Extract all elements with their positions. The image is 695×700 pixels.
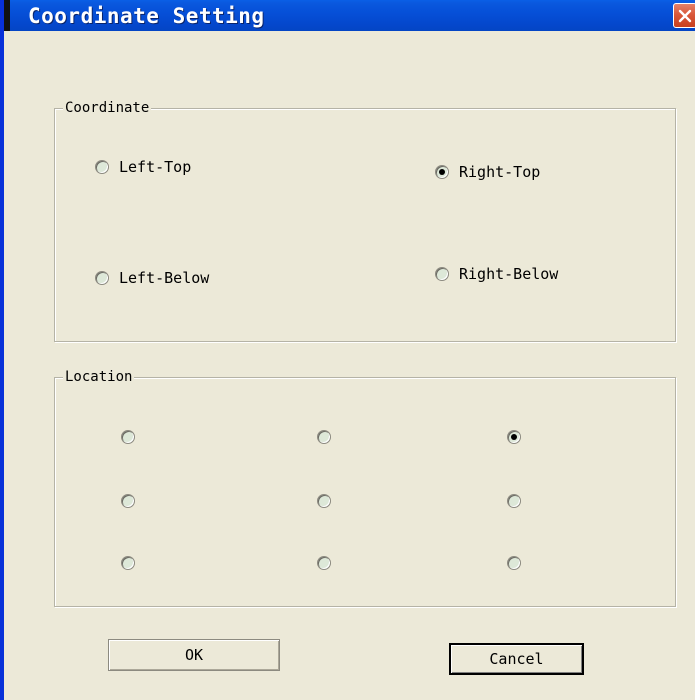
- radio-right-top[interactable]: Right-Top: [435, 163, 540, 181]
- location-radio-r2-c3[interactable]: [507, 494, 521, 508]
- location-radio-r1-c1[interactable]: [121, 430, 135, 444]
- location-radio-r2-c2[interactable]: [317, 494, 331, 508]
- radio-right-below-label[interactable]: Right-Below: [459, 265, 558, 283]
- coordinate-group-legend: Coordinate: [63, 99, 152, 117]
- radio-left-below-indicator[interactable]: [95, 271, 109, 285]
- dialog-title: Coordinate Setting: [28, 4, 265, 28]
- location-group: Location: [54, 368, 676, 607]
- location-radio-r3-c2[interactable]: [317, 556, 331, 570]
- close-button[interactable]: [673, 3, 695, 28]
- coordinate-setting-dialog: Coordinate Setting Coordinate Left-Top R…: [0, 0, 695, 700]
- radio-left-top-label[interactable]: Left-Top: [119, 158, 191, 176]
- location-radio-r3-c1[interactable]: [121, 556, 135, 570]
- cancel-button[interactable]: Cancel: [449, 643, 584, 675]
- radio-right-top-label[interactable]: Right-Top: [459, 163, 540, 181]
- radio-right-top-indicator[interactable]: [435, 165, 449, 179]
- ok-button[interactable]: OK: [108, 639, 280, 671]
- radio-left-top[interactable]: Left-Top: [95, 158, 191, 176]
- location-radio-r3-c3[interactable]: [507, 556, 521, 570]
- coordinate-group: Coordinate Left-Top Right-Top Left-Below…: [54, 99, 676, 342]
- location-radio-r1-c3[interactable]: [507, 430, 521, 444]
- radio-left-top-indicator[interactable]: [95, 160, 109, 174]
- location-group-legend: Location: [63, 368, 135, 386]
- radio-left-below-label[interactable]: Left-Below: [119, 269, 209, 287]
- close-icon: [678, 9, 692, 22]
- location-radio-r1-c2[interactable]: [317, 430, 331, 444]
- location-radio-r2-c1[interactable]: [121, 494, 135, 508]
- title-bar[interactable]: Coordinate Setting: [4, 0, 695, 31]
- radio-left-below[interactable]: Left-Below: [95, 269, 209, 287]
- radio-right-below[interactable]: Right-Below: [435, 265, 558, 283]
- radio-right-below-indicator[interactable]: [435, 267, 449, 281]
